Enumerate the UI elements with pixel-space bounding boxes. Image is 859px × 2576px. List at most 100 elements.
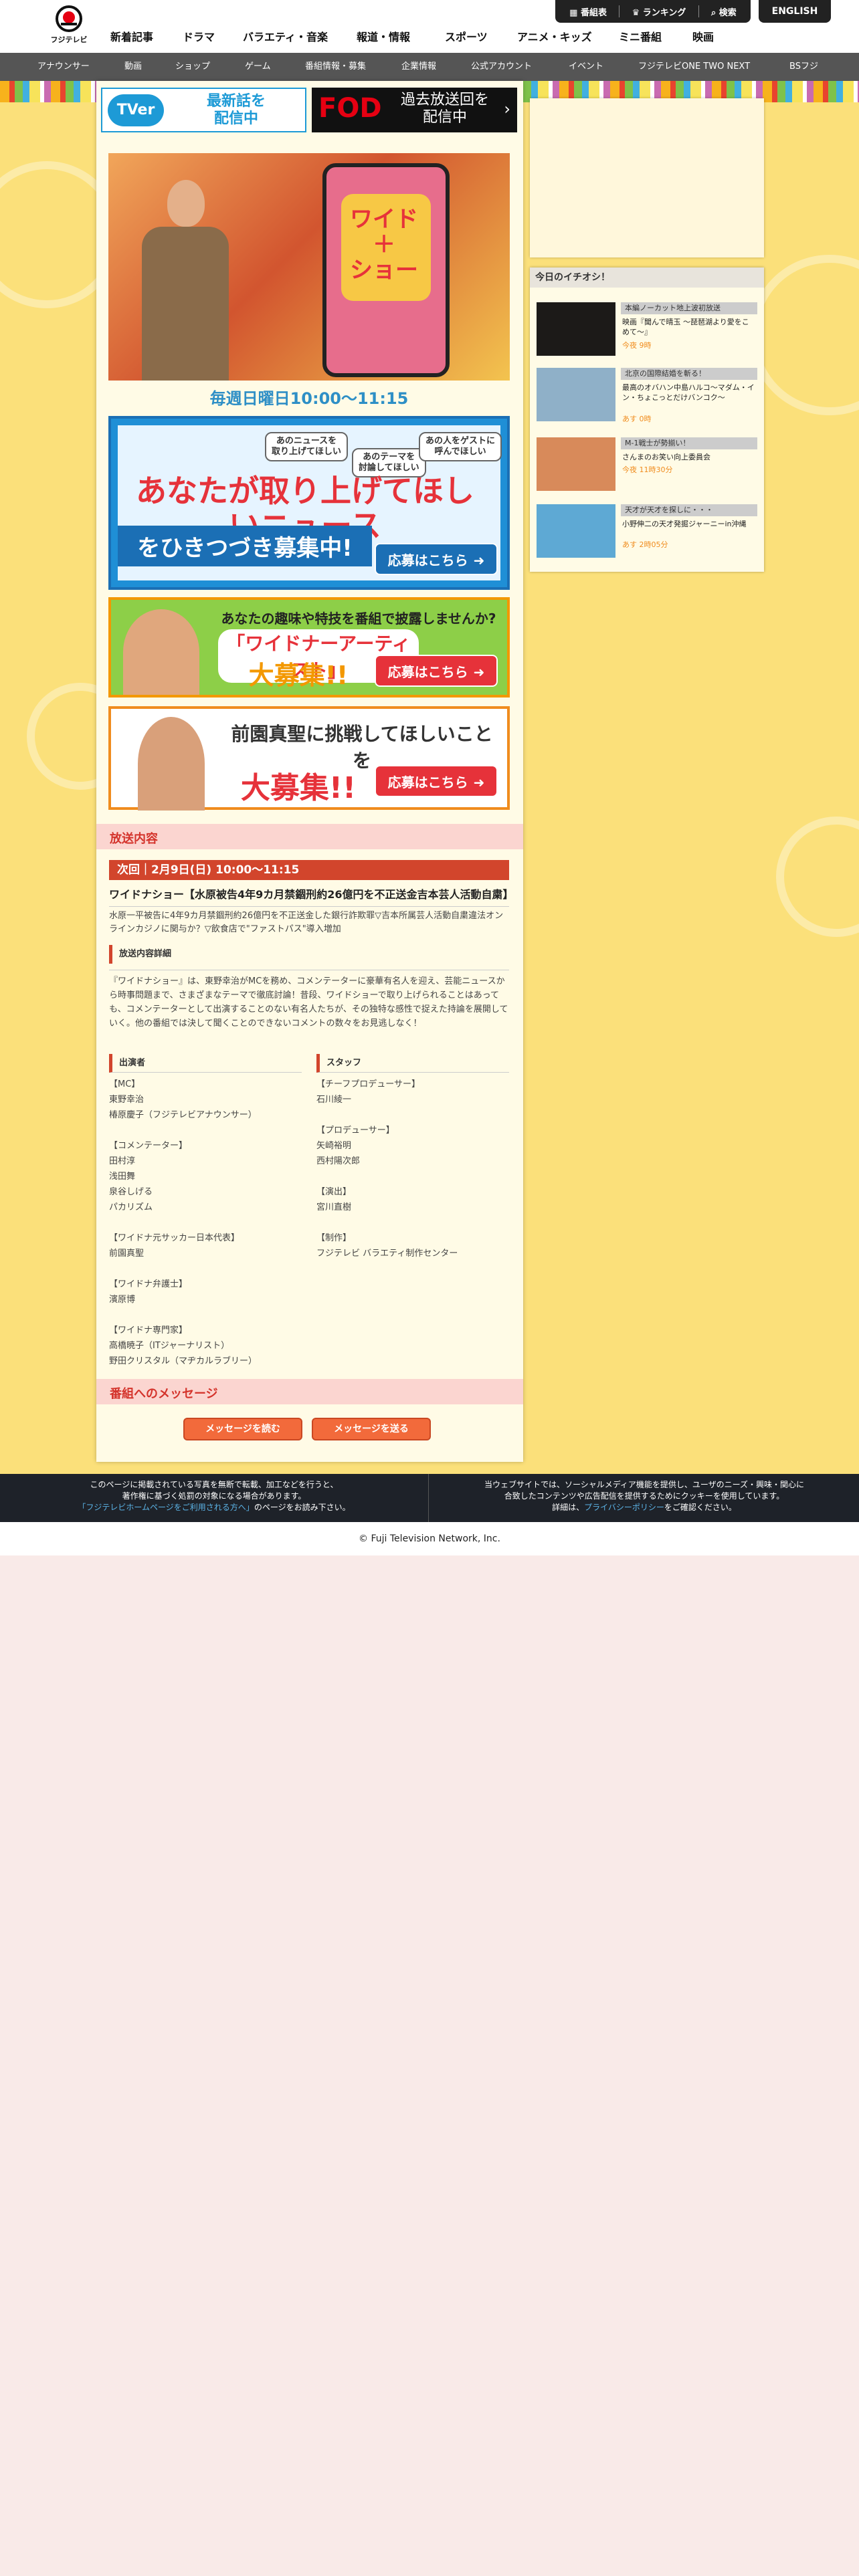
ranking-link[interactable]: ♛ ランキング [632, 5, 686, 18]
apply-button[interactable]: 応募はこちら ➜ [375, 765, 498, 797]
divider [698, 5, 699, 17]
subnav-video[interactable]: 動画 [124, 53, 142, 81]
message-section-header: 番組へのメッセージ [96, 1379, 523, 1404]
pick-time: あす 2時05分 [622, 540, 668, 549]
todays-pick-panel: 今日のイチオシ！ 本編ノーカット地上波初放送 映画『聞んで晴玉 〜琵琶湖より愛を… [530, 267, 764, 572]
english-button[interactable]: ENGLISH [759, 0, 831, 23]
pick-thumbnail [537, 437, 615, 491]
schedule-link[interactable]: ▦ 番組表 [569, 5, 607, 18]
credit-line: 東野幸治 [109, 1095, 145, 1105]
pick-item[interactable]: 本編ノーカット地上波初放送 映画『聞んで晴玉 〜琵琶湖より愛をこめて〜』 今夜 … [537, 300, 757, 361]
ad-slot[interactable] [530, 98, 764, 257]
notice-line: 詳細は、プライバシーポリシーをご確認ください。 [552, 1503, 737, 1512]
nav-drama[interactable]: ドラマ [183, 28, 243, 44]
detail-text: 『ワイドナショー』は、東野幸治がMCを務め、コメンテーターに豪華有名人を迎え、芸… [109, 970, 509, 1031]
credit-line: 石川綾一 [316, 1095, 352, 1105]
utility-bar: ▦ 番組表 ♛ ランキング ⌕ 検索 [555, 0, 751, 23]
subnav-game[interactable]: ゲーム [245, 53, 271, 81]
fujitv-logo[interactable]: フジテレビ [48, 5, 90, 47]
credit-line: 田村淳 [109, 1156, 136, 1166]
chevron-right-icon: › [504, 100, 510, 118]
news-request-banner[interactable]: あのニュースを 取り上げてほしい あのテーマを 討論してほしい あの人をゲストに… [108, 416, 510, 590]
nav-anime[interactable]: アニメ・キッズ [517, 28, 619, 44]
sub-nav: アナウンサー 動画 ショップ ゲーム 番組情報・募集 企業情報 公式アカウント … [0, 53, 859, 81]
maezono-challenge-banner[interactable]: 前園真聖に挑戦してほしいことを 大募集!! 応募はこちら ➜ [108, 706, 510, 811]
pick-item[interactable]: M-1戦士が勢揃い！ さんまのお笑い向上委員会 今夜 11時30分 [537, 435, 757, 496]
fod-logo: FOD [318, 93, 382, 124]
read-messages-button[interactable]: メッセージを読む [183, 1418, 302, 1440]
artist-recruit-banner[interactable]: あなたの趣味や特技を番組で披露しませんか? 「ワイドナーアーティスト」 大募集!… [108, 597, 510, 697]
subnav-official-accounts[interactable]: 公式アカウント [471, 53, 532, 81]
host-head [167, 180, 205, 227]
credit-line: 前園真聖 [109, 1249, 145, 1259]
notice-line: 著作権に基づく処罰の対象になる場合があります。 [122, 1491, 306, 1501]
credit-line: 濱原博 [109, 1295, 136, 1305]
search-link[interactable]: ⌕ 検索 [711, 5, 737, 18]
nav-news[interactable]: 新着記事 [110, 28, 183, 44]
site-footer: このページに掲載されている写真を無断で転載、加工などを行うと、 著作権に基づく処… [0, 1474, 859, 1522]
pick-title: 小野伸二の天才発掘ジャーニーin沖縄 [622, 520, 747, 528]
credit-line: 高橋暁子（ITジャーナリスト） [109, 1341, 230, 1351]
host-body [142, 227, 229, 381]
send-message-button[interactable]: メッセージを送る [312, 1418, 431, 1440]
next-episode-desc: 水原一平被告に4年9カ月禁錮刑約26億円を不正送金した銀行詐欺罪▽吉本所属芸人活… [109, 906, 509, 936]
credit-line: 【演出】 [316, 1187, 352, 1197]
pick-time: 今夜 9時 [622, 341, 652, 350]
cast-heading: 出演者 [109, 1054, 302, 1073]
subnav-program-info[interactable]: 番組情報・募集 [305, 53, 366, 81]
fod-banner[interactable]: FOD 過去放送回を 配信中 › [312, 88, 517, 132]
site-header: フジテレビ 新着記事 ドラマ バラエティ・音楽 報道・情報 スポーツ アニメ・キ… [0, 0, 859, 53]
subnav-corporate[interactable]: 企業情報 [401, 53, 436, 81]
detail-heading: 放送内容詳細 [109, 945, 509, 964]
arrow-right-icon: ➜ [473, 552, 485, 568]
terms-link[interactable]: 「フジテレビホームページをご利用される方へ」 [78, 1503, 254, 1512]
nav-mini[interactable]: ミニ番組 [619, 28, 692, 44]
apply-button[interactable]: 応募はこちら ➜ [375, 543, 498, 575]
credit-line: 西村陽次郎 [316, 1156, 361, 1166]
fod-text: 過去放送回を 配信中 [400, 92, 489, 126]
subnav-shop[interactable]: ショップ [175, 53, 210, 81]
pick-item[interactable]: 天才が天才を探しに・・・ 小野伸二の天才発掘ジャーニーin沖縄 あす 2時05分 [537, 502, 757, 563]
airtime-text: 毎週日曜日10:00〜11:15 [209, 389, 409, 408]
credit-line: 【制作】 [316, 1233, 352, 1243]
pick-title: 最高のオバハン中島ハルコ〜マダム・イン・ちょこっとだけバンコク〜 [622, 383, 755, 402]
subnav-bsfuji[interactable]: BSフジ [789, 53, 818, 81]
pick-item[interactable]: 北京の国際結婚を斬る！ 最高のオバハン中島ハルコ〜マダム・イン・ちょこっとだけバ… [537, 365, 757, 427]
credit-line [316, 1107, 509, 1123]
tver-text: 最新話を 配信中 [206, 93, 266, 127]
privacy-policy-link[interactable]: プライバシーポリシー [584, 1503, 664, 1512]
main-nav: 新着記事 ドラマ バラエティ・音楽 報道・情報 スポーツ アニメ・キッズ ミニ番… [110, 28, 733, 44]
pick-tag: 天才が天才を探しに・・・ [621, 504, 757, 516]
credit-line: 【ワイドナ弁護士】 [109, 1279, 188, 1289]
copyright-notice: このページに掲載されている写真を無断で転載、加工などを行うと、 著作権に基づく処… [0, 1474, 429, 1522]
deco-circle [749, 255, 859, 415]
broadcast-section-header: 放送内容 [96, 824, 523, 849]
staff-heading: スタッフ [316, 1054, 509, 1073]
speech-bubble: あの人をゲストに 呼んでほしい [419, 432, 502, 461]
credit-line [109, 1215, 302, 1230]
credit-line: 【チーフプロデューサー】 [316, 1079, 420, 1089]
logo-mark-icon [56, 5, 82, 32]
notice-line: 「フジテレビホームページをご利用される方へ」のページをお読み下さい。 [78, 1503, 351, 1512]
cast-list: 【MC】 東野幸治 椿原慶子（フジテレビアナウンサー） 【コメンテーター】 田村淳 浅田… [109, 1077, 302, 1369]
nav-news-info[interactable]: 報道・情報 [357, 28, 445, 44]
tver-banner[interactable]: TVer 最新話を 配信中 [101, 88, 306, 132]
deco-circle [776, 817, 859, 937]
logo-text: フジテレビ [50, 35, 88, 44]
nav-movie[interactable]: 映画 [692, 28, 733, 44]
copyright: © Fuji Television Network, Inc. [0, 1522, 859, 1555]
pick-tag: M-1戦士が勢揃い！ [621, 437, 757, 449]
nav-variety[interactable]: バラエティ・音楽 [243, 28, 357, 44]
credit-line: 【ワイドナ元サッカー日本代表】 [109, 1233, 240, 1243]
apply-button[interactable]: 応募はこちら ➜ [375, 655, 498, 687]
credit-line: 【ワイドナ専門家】 [109, 1325, 188, 1335]
pick-thumbnail [537, 368, 615, 421]
credit-line: 宮川直樹 [316, 1202, 352, 1212]
nav-sports[interactable]: スポーツ [445, 28, 517, 44]
speech-bubble: あのニュースを 取り上げてほしい [265, 432, 349, 461]
pick-time: あす 0時 [622, 415, 652, 423]
next-episode-title: ワイドナショー【水原被告4年9カ月禁錮刑約26億円を不正送金吉本芸人活動自粛】 [109, 888, 514, 901]
subnav-events[interactable]: イベント [569, 53, 603, 81]
subnav-announcer[interactable]: アナウンサー [37, 53, 90, 81]
subnav-one-two-next[interactable]: フジテレビONE TWO NEXT [638, 53, 750, 81]
